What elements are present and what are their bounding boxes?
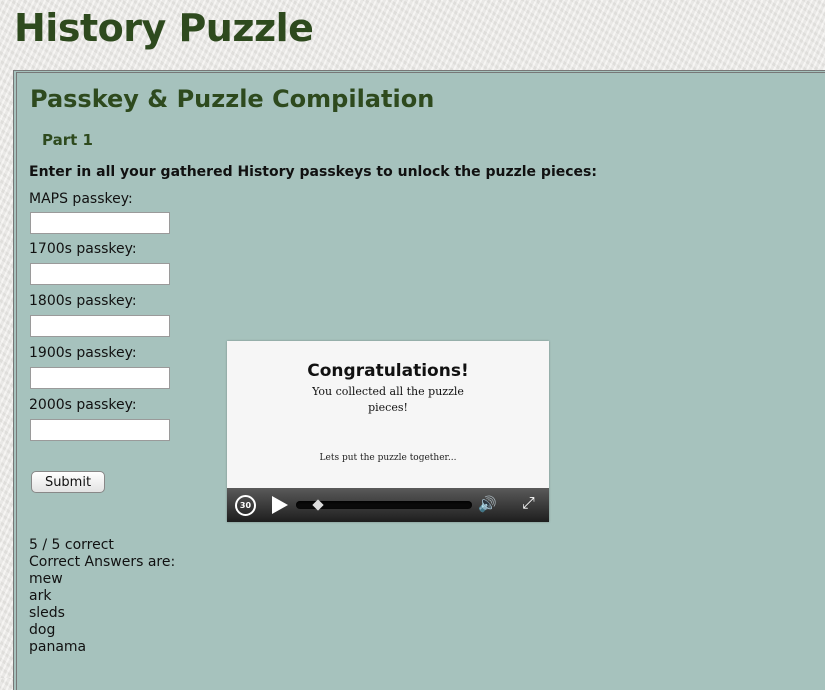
volume-icon[interactable]: 🔊 [478,495,497,513]
video-message: You collected all the puzzle pieces! [312,385,464,414]
congratulations-video[interactable]: Congratulations! You collected all the p… [227,341,549,522]
answer-item: panama [29,639,87,655]
answer-item: dog [29,622,56,638]
video-note: Lets put the puzzle together... [319,453,457,463]
1900s-passkey-label: 1900s passkey: [29,345,137,361]
video-heading: Congratulations! [307,361,469,381]
submit-button[interactable]: Submit [31,471,105,493]
answer-item: sleds [29,605,65,621]
1700s-passkey-input[interactable] [30,263,170,285]
2000s-passkey-label: 2000s passkey: [29,397,137,413]
part-title: Part 1 [42,131,93,149]
site-title: History Puzzle [14,6,314,50]
2000s-passkey-input[interactable] [30,419,170,441]
1700s-passkey-label: 1700s passkey: [29,241,137,257]
1800s-passkey-label: 1800s passkey: [29,293,137,309]
play-icon[interactable] [272,496,288,514]
video-controls: 30 🔊 ⤢ [227,488,549,522]
answer-item: ark [29,588,52,604]
maps-passkey-label: MAPS passkey: [29,191,133,207]
replay-30-icon[interactable]: 30 [235,495,256,516]
score-text: 5 / 5 correct [29,537,114,553]
answer-item: mew [29,571,63,587]
maps-passkey-input[interactable] [30,212,170,234]
panel-title: Passkey & Puzzle Compilation [30,85,435,113]
instructions: Enter in all your gathered History passk… [29,164,597,180]
answers-heading: Correct Answers are: [29,554,176,570]
fullscreen-icon[interactable]: ⤢ [522,493,535,513]
1900s-passkey-input[interactable] [30,367,170,389]
1800s-passkey-input[interactable] [30,315,170,337]
